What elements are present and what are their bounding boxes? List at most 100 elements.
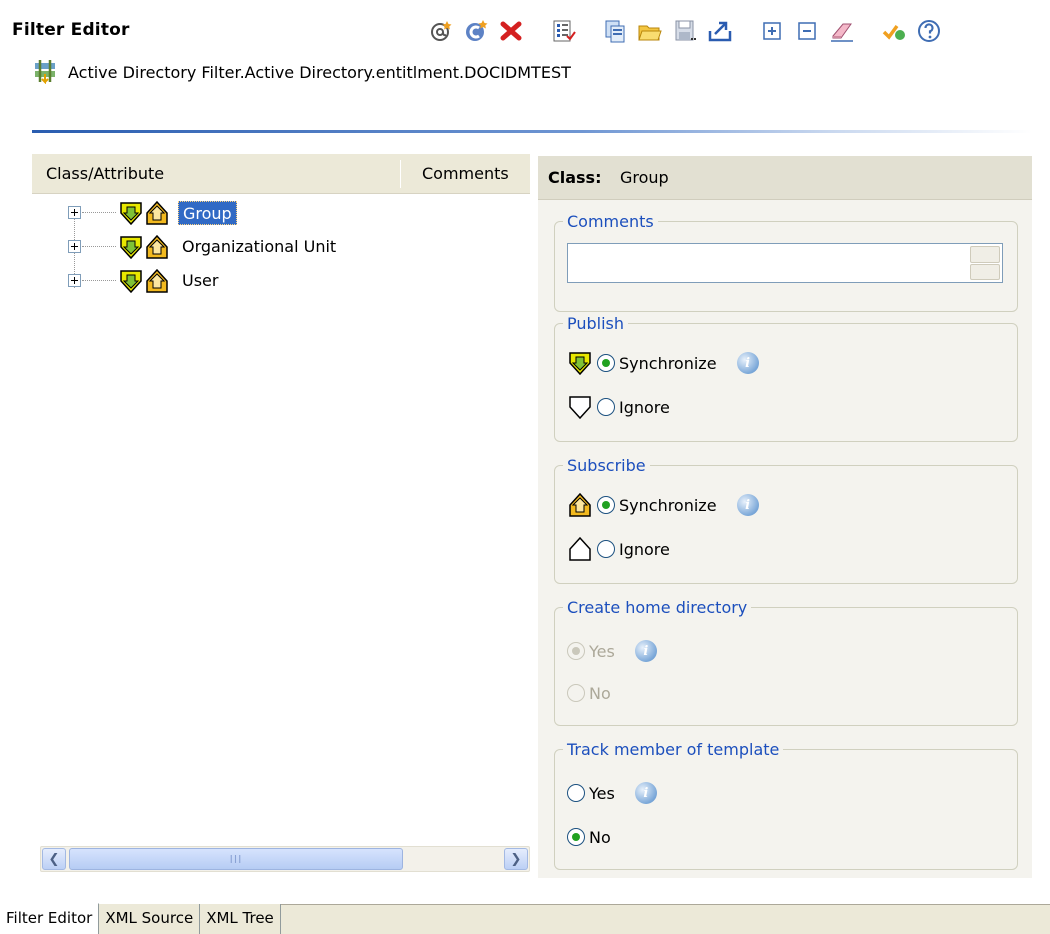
add-class-icon — [466, 20, 488, 41]
toolbar-separator — [868, 17, 869, 45]
tree-item-group[interactable]: Group — [32, 196, 530, 254]
copy-button[interactable] — [598, 14, 632, 48]
tab-filter-editor[interactable]: Filter Editor — [0, 903, 100, 934]
tab-xml-source[interactable]: XML Source — [99, 904, 201, 934]
track-member-yes-radio[interactable] — [567, 784, 585, 802]
create-home-no-radio — [567, 684, 585, 702]
tree-item-label[interactable]: Group — [178, 201, 237, 225]
scroll-left-button[interactable]: ❮ — [42, 848, 66, 870]
comments-group: Comments — [554, 212, 1018, 312]
info-icon[interactable]: i — [634, 782, 657, 804]
info-icon[interactable]: i — [634, 640, 657, 662]
class-attribute-tree-panel: Class/Attribute Comments Group Organizat… — [32, 154, 530, 878]
tree-item-label[interactable]: User — [178, 269, 222, 293]
driver-connection-icon — [35, 60, 55, 84]
publish-synchronize-option[interactable]: Synchronize i — [567, 349, 759, 377]
add-class-button[interactable] — [459, 14, 493, 48]
option-label: Synchronize — [619, 495, 717, 515]
track-member-legend: Track member of template — [567, 740, 780, 759]
option-label: Synchronize — [619, 353, 717, 373]
publish-sync-icon — [120, 236, 142, 260]
publish-synchronize-radio[interactable] — [597, 354, 615, 372]
subscribe-sync-icon — [146, 234, 168, 259]
filter-path-text: Active Directory Filter.Active Directory… — [68, 62, 571, 82]
copy-icon — [605, 20, 625, 43]
tree-item-label[interactable]: Organizational Unit — [178, 235, 340, 259]
comments-legend: Comments — [567, 212, 654, 231]
collapse-all-icon — [798, 22, 816, 40]
create-home-yes-radio — [567, 642, 585, 660]
option-label: Ignore — [619, 397, 670, 417]
sync-status-icons — [118, 200, 170, 226]
subscribe-sync-icon — [146, 200, 168, 225]
subscribe-synchronize-option[interactable]: Synchronize i — [567, 491, 759, 519]
column-divider[interactable] — [400, 160, 401, 188]
tree-connector — [82, 246, 116, 247]
chevron-right-icon: ❯ — [510, 851, 522, 867]
publish-ignore-radio[interactable] — [597, 398, 615, 416]
horizontal-scrollbar[interactable]: ❮ III ❯ — [40, 846, 530, 872]
validate-button[interactable] — [877, 14, 911, 48]
publish-sync-icon — [120, 270, 142, 294]
tree-item-organizational-unit[interactable]: Organizational Unit — [32, 230, 530, 288]
delete-button[interactable] — [494, 14, 528, 48]
scroll-thumb[interactable]: III — [69, 848, 403, 870]
option-label: Yes — [589, 641, 615, 661]
tab-xml-tree[interactable]: XML Tree — [200, 904, 281, 934]
clear-button[interactable] — [825, 14, 859, 48]
option-label: Yes — [589, 783, 615, 803]
save-button[interactable] — [668, 14, 702, 48]
properties-icon — [553, 20, 576, 42]
tree-item-user[interactable]: User — [32, 264, 530, 298]
class-value: Group — [620, 168, 669, 187]
properties-button[interactable] — [546, 14, 580, 48]
comments-field[interactable] — [567, 243, 1003, 283]
validate-icon — [882, 24, 905, 40]
add-attribute-button[interactable] — [424, 14, 458, 48]
track-member-yes-option[interactable]: Yes i — [567, 779, 657, 807]
export-button[interactable] — [703, 14, 737, 48]
subscribe-ignore-option[interactable]: Ignore — [567, 535, 670, 563]
header-divider — [32, 130, 1032, 133]
expand-toggle[interactable] — [68, 240, 81, 253]
track-member-no-radio[interactable] — [567, 828, 585, 846]
scroll-thumb-grip: III — [229, 852, 243, 866]
editor-tabs: Filter Editor XML Source XML Tree — [0, 903, 281, 934]
help-button[interactable] — [912, 14, 946, 48]
option-label: Ignore — [619, 539, 670, 559]
save-icon — [675, 20, 696, 41]
collapse-all-button[interactable] — [790, 14, 824, 48]
tree-column-header: Class/Attribute Comments — [32, 154, 530, 194]
sync-status-icons — [118, 268, 170, 294]
scroll-right-button[interactable]: ❯ — [504, 848, 528, 870]
toolbar-separator — [589, 17, 590, 45]
publish-ignore-option[interactable]: Ignore — [567, 393, 670, 421]
column-header-comments[interactable]: Comments — [422, 164, 509, 183]
comments-spinner[interactable] — [970, 246, 1000, 280]
subscribe-ignore-radio[interactable] — [597, 540, 615, 558]
spin-down-button[interactable] — [970, 263, 1000, 280]
info-icon[interactable]: i — [736, 494, 759, 516]
publish-sync-icon — [569, 352, 591, 376]
create-home-no-option: No — [567, 679, 611, 707]
tree-connector — [82, 212, 116, 213]
sync-status-icons — [118, 234, 170, 260]
tree-connector — [82, 280, 116, 281]
expand-toggle[interactable] — [68, 206, 81, 219]
subscribe-synchronize-radio[interactable] — [597, 496, 615, 514]
expand-toggle[interactable] — [68, 274, 81, 287]
open-button[interactable] — [633, 14, 667, 48]
spin-up-button[interactable] — [970, 246, 1000, 263]
column-header-class-attribute[interactable]: Class/Attribute — [46, 164, 164, 183]
publish-group: Publish Synchronize i Ignore — [554, 314, 1018, 442]
class-label: Class: — [548, 168, 602, 187]
subscribe-sync-icon — [569, 492, 591, 517]
info-icon[interactable]: i — [736, 352, 759, 374]
delete-icon — [500, 21, 522, 41]
publish-ignore-icon — [569, 396, 591, 420]
subscribe-ignore-icon — [569, 536, 591, 561]
expand-all-button[interactable] — [755, 14, 789, 48]
expand-all-icon — [763, 22, 781, 40]
toolbar-separator — [746, 17, 747, 45]
track-member-no-option[interactable]: No — [567, 823, 611, 851]
